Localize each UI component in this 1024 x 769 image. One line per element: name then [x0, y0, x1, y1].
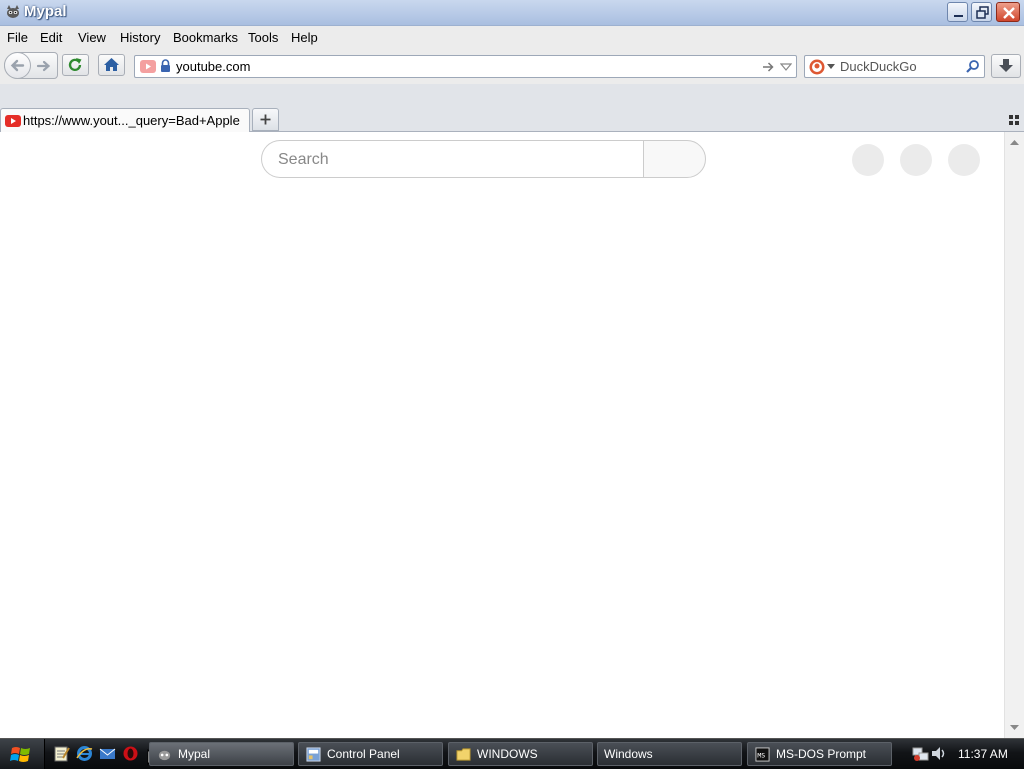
- menu-bar: File Edit View History Bookmarks Tools H…: [0, 26, 1024, 48]
- notepad-quicklaunch-icon[interactable]: [53, 745, 70, 762]
- youtube-search-placeholder: Search: [278, 151, 329, 168]
- taskbar-label: Mypal: [178, 747, 211, 761]
- clock[interactable]: 11:37 AM: [958, 747, 1008, 761]
- reload-button[interactable]: [62, 54, 89, 76]
- downloads-button[interactable]: [991, 54, 1021, 78]
- restore-icon: [976, 6, 989, 19]
- go-arrow-icon[interactable]: [761, 60, 775, 74]
- taskbar-button-control-panel[interactable]: Control Panel: [298, 742, 443, 766]
- scroll-up-icon[interactable]: [1005, 134, 1024, 151]
- close-button[interactable]: [996, 2, 1020, 22]
- menu-tools[interactable]: Tools: [248, 30, 278, 45]
- taskbar-button-mypal[interactable]: Mypal: [149, 742, 294, 766]
- search-bar[interactable]: DuckDuckGo: [804, 55, 985, 78]
- url-dropdown-icon[interactable]: [780, 61, 792, 73]
- network-tray-icon[interactable]: [912, 745, 929, 762]
- back-forward-group: [4, 52, 58, 79]
- outlook-express-icon[interactable]: [99, 745, 116, 762]
- new-tab-button[interactable]: [252, 108, 279, 131]
- youtube-search-input[interactable]: Search: [261, 140, 643, 178]
- control-panel-icon: [306, 747, 321, 762]
- msdos-icon: MS: [755, 747, 770, 762]
- duckduckgo-icon[interactable]: [809, 59, 825, 75]
- restore-button[interactable]: [971, 2, 992, 22]
- home-icon: [104, 58, 119, 71]
- placeholder-circle-1: [852, 144, 884, 176]
- start-button[interactable]: [0, 739, 45, 769]
- tab-youtube[interactable]: https://www.yout..._query=Bad+Apple: [0, 108, 250, 132]
- youtube-tab-icon: [5, 115, 21, 127]
- menu-history[interactable]: History: [120, 30, 160, 45]
- avatar-placeholder: [948, 144, 980, 176]
- svg-text:MS: MS: [757, 751, 765, 759]
- taskbar-label: Windows: [604, 747, 653, 761]
- home-button[interactable]: [98, 54, 125, 76]
- window-title: Mypal: [24, 3, 67, 20]
- menu-view[interactable]: View: [78, 30, 106, 45]
- windows-logo-icon: [10, 747, 30, 762]
- internet-explorer-icon[interactable]: [76, 745, 93, 762]
- mypal-task-icon: [158, 750, 171, 761]
- mypal-app-icon: [7, 5, 19, 18]
- volume-tray-icon[interactable]: [930, 745, 947, 762]
- vertical-scrollbar[interactable]: [1004, 132, 1024, 738]
- menu-edit[interactable]: Edit: [40, 30, 62, 45]
- taskbar-label: WINDOWS: [477, 747, 538, 761]
- menu-bookmarks[interactable]: Bookmarks: [173, 30, 238, 45]
- youtube-favicon-icon: [140, 60, 156, 73]
- tab-title: https://www.yout..._query=Bad+Apple: [23, 113, 240, 128]
- forward-arrow-icon[interactable]: [35, 57, 53, 75]
- reload-icon: [68, 58, 82, 71]
- taskbar-label: Control Panel: [327, 747, 400, 761]
- title-bar[interactable]: Mypal: [0, 0, 1024, 26]
- search-magnifier-icon[interactable]: [965, 59, 980, 74]
- search-engine-placeholder[interactable]: DuckDuckGo: [840, 59, 917, 74]
- plus-icon: [260, 114, 271, 125]
- opera-icon[interactable]: [122, 745, 139, 762]
- url-text[interactable]: youtube.com: [176, 59, 250, 74]
- taskbar-label: MS-DOS Prompt: [776, 747, 867, 761]
- placeholder-circle-2: [900, 144, 932, 176]
- youtube-search-button[interactable]: [643, 140, 706, 178]
- taskbar: Mypal Control Panel WINDOWS Windows MS M…: [0, 738, 1024, 769]
- page-content: Search: [0, 132, 1004, 738]
- engine-dropdown-icon[interactable]: [827, 64, 835, 70]
- url-bar[interactable]: youtube.com: [134, 55, 797, 78]
- back-button[interactable]: [4, 52, 31, 79]
- back-arrow-icon: [10, 59, 25, 72]
- tab-list-menu-icon[interactable]: [1009, 115, 1019, 125]
- taskbar-button-windows-folder[interactable]: WINDOWS: [448, 742, 593, 766]
- close-icon: [1003, 7, 1015, 19]
- lock-icon[interactable]: [160, 59, 171, 73]
- minimize-button[interactable]: [947, 2, 968, 22]
- taskbar-button-windows[interactable]: Windows: [597, 742, 742, 766]
- minimize-icon: [954, 15, 963, 17]
- menu-file[interactable]: File: [7, 30, 28, 45]
- download-arrow-icon: [999, 59, 1013, 72]
- taskbar-button-msdos[interactable]: MS MS-DOS Prompt: [747, 742, 892, 766]
- scroll-down-icon[interactable]: [1005, 719, 1024, 736]
- menu-help[interactable]: Help: [291, 30, 318, 45]
- folder-icon: [456, 748, 471, 761]
